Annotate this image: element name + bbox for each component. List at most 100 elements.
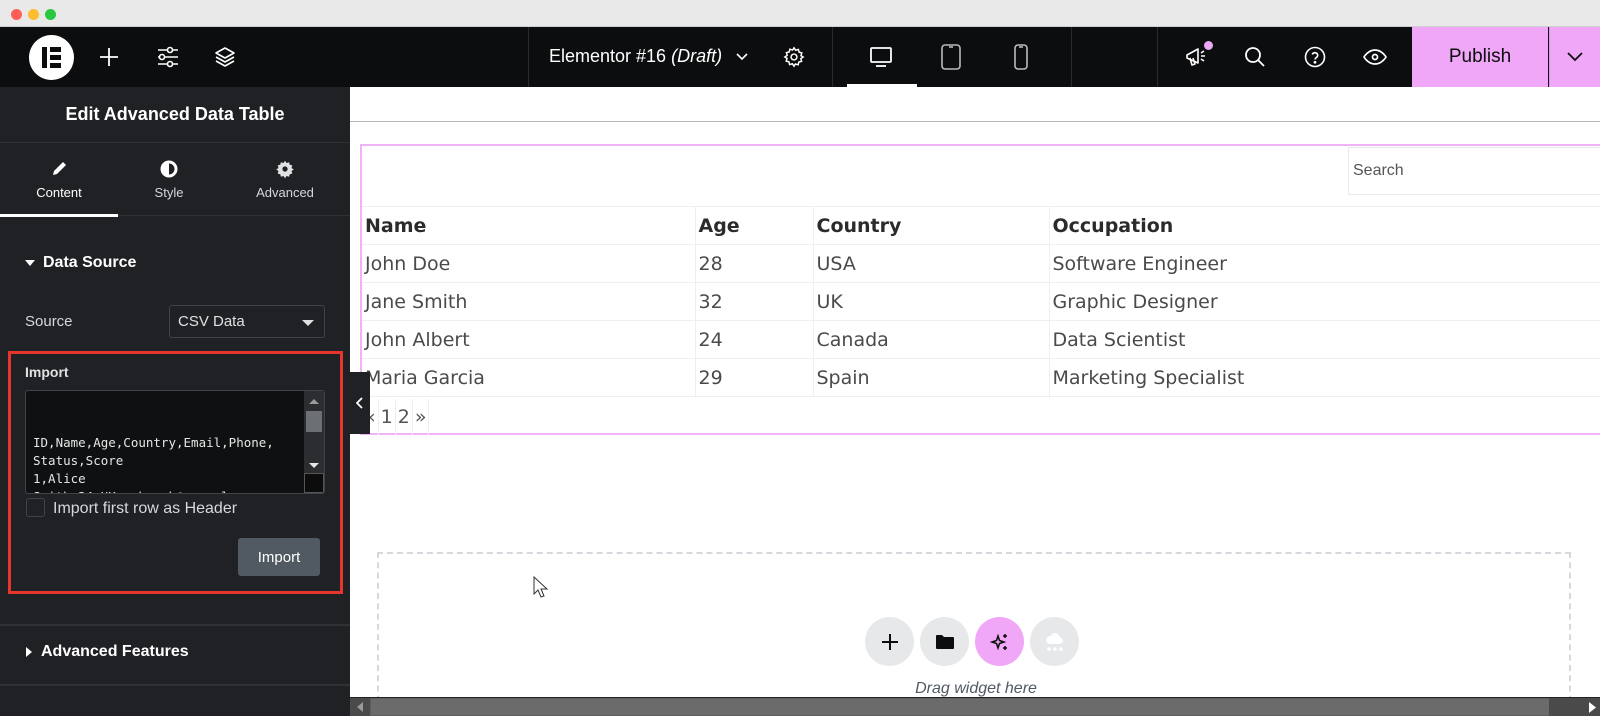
column-header[interactable]: Name: [362, 206, 696, 245]
pagination-page-2[interactable]: 2: [396, 399, 413, 435]
help-icon: [1304, 46, 1326, 68]
section-advanced-features-toggle[interactable]: Advanced Features: [25, 643, 189, 661]
search-icon: [1245, 47, 1265, 67]
half-circle-icon: [160, 160, 178, 178]
import-button[interactable]: Import: [238, 538, 320, 576]
pagination-next[interactable]: »: [413, 399, 430, 435]
tab-content[interactable]: Content: [0, 144, 118, 217]
document-title: Elementor #16: [549, 46, 667, 66]
gear-icon: [276, 160, 294, 178]
device-desktop-button[interactable]: [867, 43, 895, 71]
tab-label: Content: [36, 185, 82, 200]
arrow-left-icon: [357, 702, 363, 712]
chevron-left-icon: [356, 397, 363, 409]
first-row-header-checkbox[interactable]: [26, 498, 45, 517]
publish-button[interactable]: Publish: [1412, 27, 1548, 87]
table-cell: Data Scientist: [1048, 320, 1600, 359]
pagination: « 1 2 »: [362, 399, 430, 435]
section-data-source-toggle[interactable]: Data Source: [25, 254, 136, 272]
zoom-window-button[interactable]: [45, 9, 56, 20]
column-header[interactable]: Country: [812, 206, 1050, 245]
tab-style[interactable]: Style: [110, 144, 228, 216]
textarea-scrollbar[interactable]: [304, 391, 324, 474]
add-section-button[interactable]: [865, 617, 914, 666]
source-select[interactable]: CSV Data: [169, 305, 325, 338]
close-window-button[interactable]: [11, 9, 22, 20]
table-cell: Canada: [812, 320, 1050, 359]
eye-icon: [1363, 49, 1387, 65]
horizontal-scrollbar[interactable]: [350, 697, 1600, 716]
preview-button[interactable]: [1361, 43, 1389, 71]
divider: [832, 27, 833, 87]
dropzone-hint: Drag widget here: [915, 680, 1037, 697]
elementor-logo-icon[interactable]: [29, 35, 74, 80]
csv-import-textarea[interactable]: ID,Name,Age,Country,Email,Phone, Status,…: [25, 390, 325, 494]
page-settings-button[interactable]: [780, 43, 808, 71]
table-cell: 24: [694, 320, 814, 359]
table-cell: John Albert: [362, 320, 696, 359]
table-row: John Doe 28 USA Software Engineer: [362, 244, 1600, 283]
tab-label: Style: [154, 185, 184, 200]
table-cell: Graphic Designer: [1048, 282, 1600, 321]
tab-advanced[interactable]: Advanced: [226, 144, 344, 216]
scroll-down-icon[interactable]: [309, 463, 319, 468]
notification-badge: [1204, 41, 1213, 50]
help-button[interactable]: [1301, 43, 1329, 71]
first-row-header-label[interactable]: Import first row as Header: [53, 500, 237, 518]
source-label: Source: [25, 313, 73, 330]
device-mobile-button[interactable]: [1007, 43, 1035, 71]
scroll-left-button[interactable]: [350, 698, 370, 716]
column-header[interactable]: Occupation: [1048, 206, 1600, 245]
arrow-right-icon: [1589, 701, 1596, 713]
chevron-down-icon: [1567, 52, 1583, 62]
pagination-page-1[interactable]: 1: [379, 399, 396, 435]
caret-down-icon: [302, 320, 314, 326]
finder-button[interactable]: [1241, 43, 1269, 71]
table-row: Jane Smith 32 UK Graphic Designer: [362, 282, 1600, 321]
plus-icon: [881, 633, 898, 650]
template-library-button[interactable]: [920, 617, 969, 666]
pencil-icon: [53, 162, 66, 175]
mobile-icon: [1014, 44, 1028, 70]
divider: [1071, 27, 1072, 87]
publish-options-button[interactable]: [1549, 27, 1600, 87]
scroll-thumb[interactable]: [306, 411, 322, 432]
notifications-button[interactable]: [1182, 41, 1213, 71]
add-element-button[interactable]: [95, 43, 123, 71]
advanced-data-table-widget[interactable]: Name Age Country Occupation John Doe 28 …: [360, 144, 1600, 435]
gear-icon: [783, 46, 805, 68]
import-section-highlight: Import ID,Name,Age,Country,Email,Phone, …: [8, 351, 343, 594]
column-header[interactable]: Age: [694, 206, 814, 245]
table-cell: USA: [812, 244, 1050, 283]
folder-icon: [935, 634, 954, 649]
structure-button[interactable]: [211, 43, 239, 71]
import-label: Import: [25, 364, 69, 380]
desktop-icon: [870, 47, 892, 67]
scroll-right-button[interactable]: [1549, 698, 1600, 716]
collapse-panel-button[interactable]: [350, 372, 370, 434]
document-title-dropdown[interactable]: Elementor #16 (Draft): [549, 46, 749, 67]
minimize-window-button[interactable]: [28, 9, 39, 20]
preview-canvas: Name Age Country Occupation John Doe 28 …: [350, 87, 1600, 697]
resize-handle[interactable]: [304, 473, 324, 493]
ai-assistant-button[interactable]: [975, 617, 1024, 666]
site-settings-button[interactable]: [153, 43, 181, 71]
table-header-row: Name Age Country Occupation: [362, 206, 1600, 245]
scroll-up-icon[interactable]: [309, 399, 319, 404]
cloud-templates-button[interactable]: [1030, 617, 1079, 666]
panel-title: Edit Advanced Data Table: [0, 87, 350, 143]
scroll-thumb[interactable]: [371, 699, 1551, 715]
device-tablet-button[interactable]: [937, 43, 965, 71]
table-row: John Albert 24 Canada Data Scientist: [362, 320, 1600, 359]
editor-topbar: Elementor #16 (Draft) Publish: [0, 27, 1600, 87]
data-table: Name Age Country Occupation John Doe 28 …: [362, 206, 1600, 397]
sparkle-icon: [989, 633, 1007, 650]
empty-section-dropzone[interactable]: Drag widget here: [377, 552, 1571, 697]
layers-icon: [215, 47, 235, 67]
divider: [350, 121, 1600, 122]
table-search-input[interactable]: [1348, 147, 1600, 195]
plus-icon: [100, 48, 118, 66]
source-select-value: CSV Data: [178, 313, 245, 330]
table-cell: Jane Smith: [362, 282, 696, 321]
table-cell: John Doe: [362, 244, 696, 283]
